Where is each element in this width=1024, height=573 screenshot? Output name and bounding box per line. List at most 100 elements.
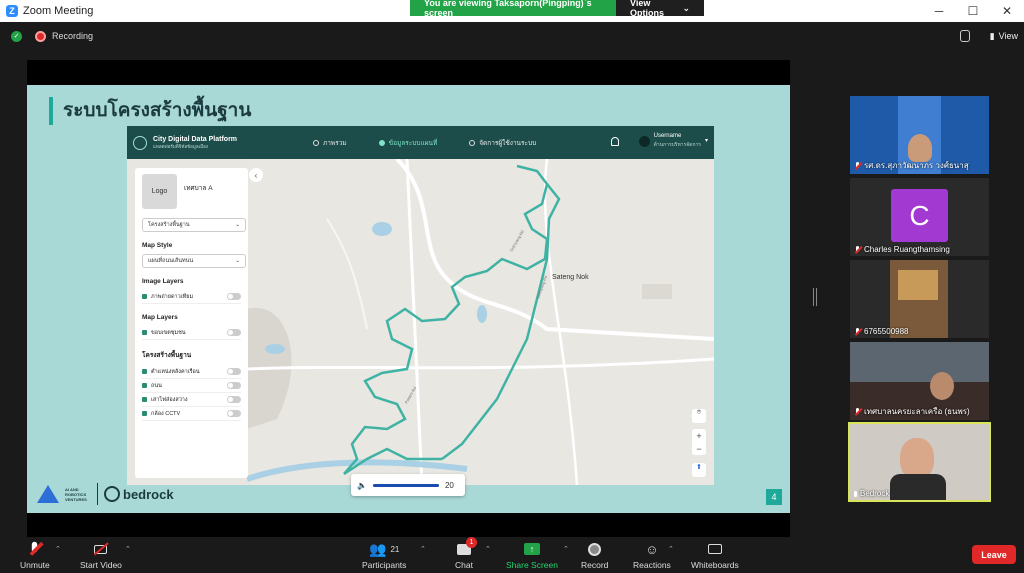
participant-name-text: เทศบาลนครยะลาเครือ (ธนพร) bbox=[864, 407, 970, 416]
avatar bbox=[638, 135, 650, 147]
volume-control[interactable]: 🔈 20 bbox=[351, 474, 465, 496]
infra-layer-toggle[interactable] bbox=[227, 382, 241, 389]
reactions-label: Reactions bbox=[633, 560, 671, 570]
start-video-button[interactable]: Start Video bbox=[80, 541, 122, 570]
bell-icon[interactable] bbox=[611, 137, 619, 146]
zoom-out-button[interactable]: − bbox=[696, 444, 701, 454]
infra-layer-label: ตำแหน่งหลังคาเรือน bbox=[151, 368, 200, 375]
infra-layer-row: ตำแหน่งหลังคาเรือน bbox=[142, 365, 241, 379]
layer-category-select[interactable]: โครงสร้างพื้นฐาน ⌄ bbox=[142, 218, 246, 232]
participants-button[interactable]: 👥 21 Participants bbox=[362, 540, 406, 571]
video-options-caret[interactable]: ⌃ bbox=[125, 545, 131, 553]
municipality-name: เทศบาล A bbox=[184, 185, 213, 192]
locate-button[interactable]: ⌾ bbox=[692, 409, 706, 423]
participant-tile[interactable]: C Charles Ruangthamsing bbox=[850, 178, 989, 256]
whiteboard-icon bbox=[707, 541, 722, 557]
app-nav: ภาพรวม ข้อมูลระบบแผนที่ จัดการผู้ใช้งานร… bbox=[313, 138, 536, 148]
app-title: City Digital Data Platform bbox=[153, 135, 238, 143]
participant-video bbox=[908, 134, 932, 162]
chat-options-caret[interactable]: ⌃ bbox=[485, 545, 491, 553]
nav-map-data[interactable]: ข้อมูลระบบแผนที่ bbox=[378, 138, 437, 148]
image-layer-label: ภาพถ่ายดาวเทียม bbox=[151, 293, 194, 300]
shield-icon[interactable]: ✓ bbox=[11, 30, 22, 42]
volume-slider[interactable] bbox=[372, 483, 439, 487]
participant-tile[interactable]: รศ.ดร.สุภาวัฒนาภร วงศ์ธนาสุ bbox=[850, 96, 989, 174]
participant-tile[interactable]: เทศบาลนครยะลาเครือ (ธนพร) bbox=[850, 342, 989, 420]
whiteboards-button[interactable]: Whiteboards bbox=[691, 541, 739, 570]
water-body bbox=[372, 222, 392, 236]
map-layer-toggle[interactable] bbox=[227, 329, 241, 336]
participant-tile-active-speaker[interactable]: Bedrock bbox=[848, 422, 991, 502]
nav-overview[interactable]: ภาพรวม bbox=[313, 138, 347, 148]
streetlight-icon bbox=[142, 397, 147, 402]
app-subtitle: แพลตฟอร์มดิจิทัลข้อมูลเมือง bbox=[153, 143, 209, 149]
speaker-mute-icon[interactable]: 🔈 bbox=[357, 481, 367, 490]
reactions-button[interactable]: ☺ Reactions bbox=[633, 541, 671, 571]
viewing-banner: You are viewing Taksaporn(Pingping)`s sc… bbox=[410, 0, 704, 18]
view-options-label: View Options bbox=[630, 0, 664, 18]
bedrock-logo-text: bedrock bbox=[123, 486, 174, 502]
chevron-down-icon: ⌄ bbox=[235, 222, 240, 228]
chevron-down-icon: ⌄ bbox=[682, 2, 690, 13]
start-video-label: Start Video bbox=[80, 560, 122, 570]
viewing-message: You are viewing Taksaporn(Pingping)`s sc… bbox=[410, 0, 616, 18]
user-menu[interactable]: Username ด้านการบริหารจัดการ ▾ bbox=[638, 132, 708, 150]
municipality-logo: Logo bbox=[142, 174, 177, 209]
participants-count: 21 bbox=[390, 544, 400, 554]
map-layer-label: ขอบเขตชุมชน bbox=[151, 329, 186, 336]
mic-muted-icon bbox=[854, 161, 861, 170]
infra-layer-toggle[interactable] bbox=[227, 410, 241, 417]
cctv-icon bbox=[142, 411, 147, 416]
nav-user-management[interactable]: จัดการผู้ใช้งานระบบ bbox=[469, 138, 536, 148]
view-options-button[interactable]: View Options ⌄ bbox=[616, 0, 704, 18]
map-style-select[interactable]: แผนที่ถนนเส้นทนน ⌄ bbox=[142, 254, 246, 268]
participant-name: Bedrock bbox=[854, 489, 889, 498]
mic-muted-icon bbox=[854, 407, 861, 416]
chat-button[interactable]: 1 Chat bbox=[455, 537, 477, 570]
chat-label: Chat bbox=[455, 560, 473, 570]
place-label: Sateng Nok bbox=[552, 274, 589, 281]
user-role: ด้านการบริหารจัดการ bbox=[653, 142, 701, 148]
city-data-platform-app: City Digital Data Platform แพลตฟอร์มดิจิ… bbox=[127, 126, 714, 485]
share-screen-button[interactable]: ↑ Share Screen bbox=[506, 541, 558, 570]
close-button[interactable]: ✕ bbox=[990, 0, 1024, 22]
view-button[interactable]: ▮ View bbox=[990, 27, 1018, 45]
audio-options-caret[interactable]: ⌃ bbox=[55, 545, 61, 553]
video-off-icon bbox=[93, 541, 109, 557]
camera-switch-icon[interactable] bbox=[960, 30, 970, 42]
record-button[interactable]: Record bbox=[581, 541, 608, 570]
reactions-options-caret[interactable]: ⌃ bbox=[668, 545, 674, 553]
bedrock-logo-icon bbox=[104, 486, 120, 502]
share-options-caret[interactable]: ⌃ bbox=[563, 545, 569, 553]
infra-layer-label: ถนน bbox=[151, 382, 162, 389]
panel-resize-handle[interactable] bbox=[813, 288, 817, 306]
reactions-icon: ☺ bbox=[645, 541, 659, 557]
volume-value: 20 bbox=[444, 480, 454, 490]
minimize-button[interactable]: ─ bbox=[922, 0, 956, 22]
map-canvas[interactable]: Sateng Nok Sukhyang Rd Sukhyang Rd Patta… bbox=[247, 159, 714, 485]
participants-icon: 👥 21 bbox=[369, 540, 400, 557]
unmute-button[interactable]: Unmute bbox=[20, 541, 50, 570]
image-layer-toggle[interactable] bbox=[227, 293, 241, 300]
zoom-in-button[interactable]: + bbox=[696, 431, 701, 441]
leave-button[interactable]: Leave bbox=[972, 545, 1016, 564]
location-pin-icon: ⌾ bbox=[696, 409, 702, 416]
participants-options-caret[interactable]: ⌃ bbox=[420, 545, 426, 553]
participant-tile[interactable]: 6765500988 bbox=[850, 260, 989, 338]
unmute-label: Unmute bbox=[20, 560, 50, 570]
infra-layer-toggle[interactable] bbox=[227, 368, 241, 375]
mic-muted-icon bbox=[31, 541, 38, 557]
mic-muted-icon bbox=[854, 245, 861, 254]
infra-layer-row: ถนน bbox=[142, 379, 241, 393]
slide-title: ระบบโครงสร้างพื้นฐาน bbox=[49, 97, 251, 125]
view-layout-icon: ▮ bbox=[989, 30, 995, 41]
mic-muted-icon bbox=[854, 327, 861, 336]
infra-layer-row: เสาไฟส่องสว่าง bbox=[142, 393, 241, 407]
participant-name-text: รศ.ดร.สุภาวัฒนาภร วงศ์ธนาสุ bbox=[864, 161, 969, 170]
infra-layer-toggle[interactable] bbox=[227, 396, 241, 403]
participant-name: เทศบาลนครยะลาเครือ (ธนพร) bbox=[854, 405, 970, 418]
maximize-button[interactable]: ☐ bbox=[956, 0, 990, 22]
slide-logos: AI AND ROBOTICS VENTURES bedrock bbox=[37, 483, 174, 505]
collapse-sidebar-button[interactable]: ‹ bbox=[249, 168, 263, 182]
compass-button[interactable]: ⬆ bbox=[692, 463, 706, 477]
